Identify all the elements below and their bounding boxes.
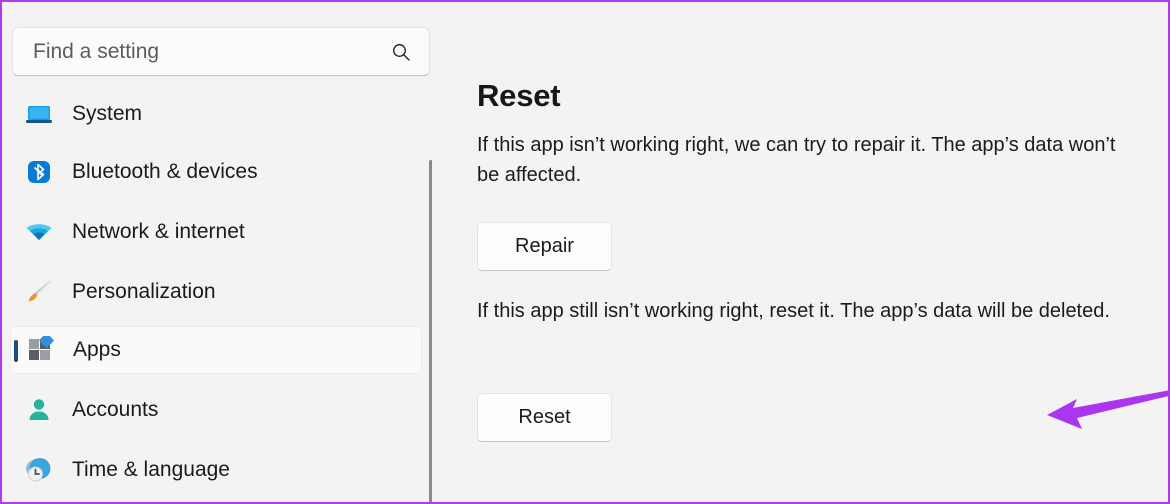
- sidebar-item-network-internet[interactable]: Network & internet: [10, 208, 422, 256]
- apps-grid-icon: [23, 333, 57, 367]
- sidebar-item-label: Apps: [73, 338, 121, 361]
- sidebar-item-accounts[interactable]: Accounts: [10, 386, 422, 434]
- sidebar-item-personalization[interactable]: Personalization: [10, 268, 422, 316]
- sidebar-item-label: Personalization: [72, 280, 216, 303]
- sidebar-item-time-language[interactable]: Time & language: [10, 446, 422, 494]
- system-icon: [22, 97, 56, 131]
- reset-description: If this app still isn’t working right, r…: [477, 300, 1110, 322]
- sidebar-item-apps[interactable]: Apps: [10, 326, 422, 374]
- time-globe-icon: [22, 453, 56, 487]
- main-content: Reset If this app isn’t working right, w…: [432, 2, 1168, 502]
- sidebar-item-label: Time & language: [72, 458, 230, 481]
- search-box[interactable]: [12, 27, 430, 76]
- arrow-pointing-to-reset-button: [1047, 390, 1168, 429]
- sidebar-item-label: Network & internet: [72, 220, 245, 243]
- repair-description: If this app isn’t working right, we can …: [477, 134, 1116, 186]
- sidebar-item-label: Bluetooth & devices: [72, 160, 258, 183]
- network-wifi-icon: [22, 215, 56, 249]
- search-input[interactable]: [13, 39, 381, 64]
- sidebar-item-label: Accounts: [72, 398, 159, 421]
- sidebar-item-system[interactable]: System: [10, 90, 422, 138]
- search-icon[interactable]: [381, 42, 421, 62]
- settings-window: System Bluetooth & devices Network & int…: [0, 0, 1170, 504]
- settings-sidebar: System Bluetooth & devices Network & int…: [2, 2, 432, 502]
- account-person-icon: [22, 393, 56, 427]
- paintbrush-icon: [22, 275, 56, 309]
- selection-indicator: [14, 340, 18, 362]
- reset-button[interactable]: Reset: [477, 393, 612, 442]
- bluetooth-icon: [22, 155, 56, 189]
- sidebar-item-label: System: [72, 102, 143, 125]
- sidebar-nav-list: System Bluetooth & devices Network & int…: [2, 80, 432, 502]
- page-title: Reset: [477, 78, 561, 113]
- sidebar-item-bluetooth-devices[interactable]: Bluetooth & devices: [10, 148, 422, 196]
- repair-button[interactable]: Repair: [477, 222, 612, 271]
